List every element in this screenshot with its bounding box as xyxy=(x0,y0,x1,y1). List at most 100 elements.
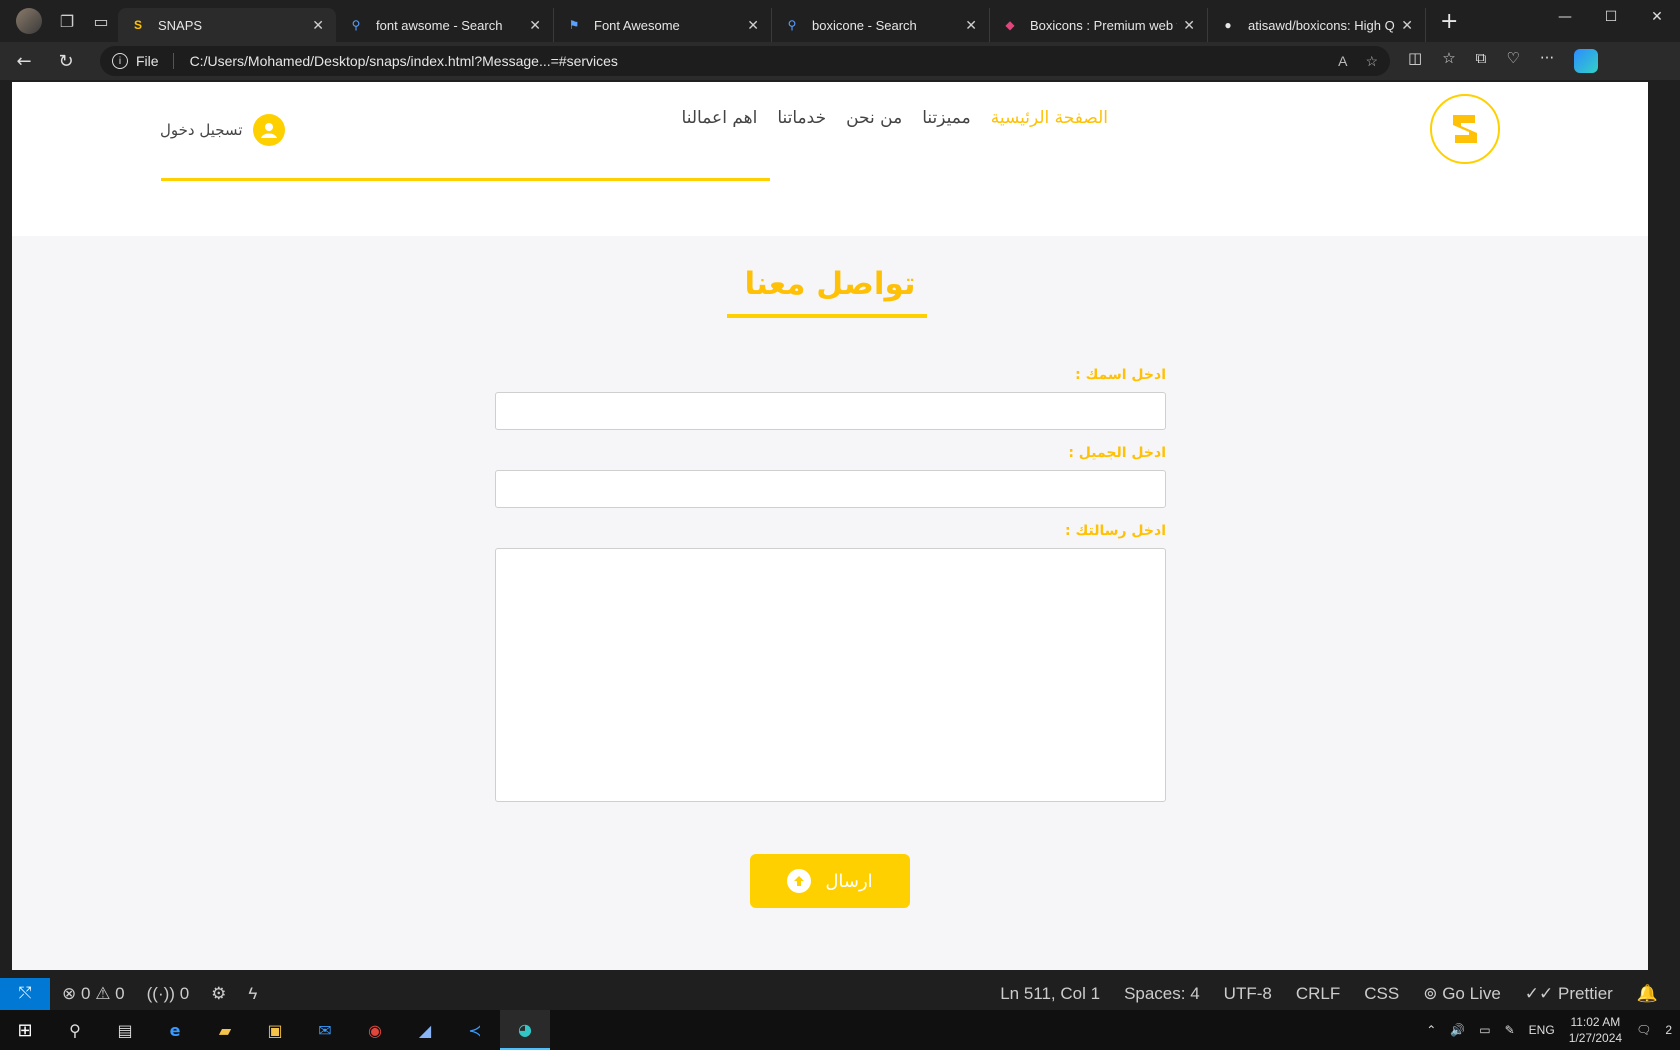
contact-title: تواصل معنا xyxy=(744,266,916,302)
windows-start-icon[interactable]: ⊞ xyxy=(0,1010,50,1050)
tab-github-boxicons[interactable]: ● atisawd/boxicons: High Qual ✕ xyxy=(1208,8,1426,42)
more-menu-icon[interactable]: ··· xyxy=(1540,49,1554,73)
address-bar[interactable]: i File C:/Users/Mohamed/Desktop/snaps/in… xyxy=(100,46,1390,76)
tab-font-awsome-search[interactable]: ⚲ font awsome - Search ✕ xyxy=(336,8,554,42)
file-explorer-icon[interactable]: ▰ xyxy=(200,1010,250,1050)
line-ending[interactable]: CRLF xyxy=(1296,984,1340,1004)
prettier-label: Prettier xyxy=(1558,984,1613,1003)
search-icon[interactable]: ⚲ xyxy=(50,1010,100,1050)
close-window-icon[interactable]: ✕ xyxy=(1634,0,1680,34)
address-url: C:/Users/Mohamed/Desktop/snaps/index.htm… xyxy=(189,53,618,69)
mail-icon[interactable]: ✉ xyxy=(300,1010,350,1050)
close-tab-icon[interactable]: ✕ xyxy=(1183,17,1195,34)
edge-legacy-icon[interactable]: e xyxy=(150,1010,200,1050)
minimize-icon[interactable]: — xyxy=(1542,0,1588,34)
notifications-icon[interactable]: 🗨 xyxy=(1636,1023,1651,1037)
chevron-up-icon[interactable]: ⌃ xyxy=(1426,1023,1436,1037)
collections-icon[interactable]: ⧉ xyxy=(1476,49,1487,73)
refresh-icon[interactable]: ↻ xyxy=(48,46,84,76)
back-icon[interactable]: ← xyxy=(6,46,42,76)
ports-indicator[interactable]: ((·)) 0 xyxy=(147,984,190,1004)
snaps-logo-icon: S xyxy=(133,18,142,32)
ports-count: 0 xyxy=(179,984,190,1003)
problems-indicator[interactable]: ⊗ 0 ⚠ 0 xyxy=(62,984,125,1004)
close-tab-icon[interactable]: ✕ xyxy=(965,17,977,34)
network-icon[interactable]: ▭ xyxy=(1479,1023,1490,1037)
debug-icon[interactable]: ⚙ xyxy=(211,984,226,1004)
go-live-button[interactable]: ⊚ Go Live xyxy=(1423,984,1501,1004)
login-label: تسجيل دخول xyxy=(160,121,243,139)
new-tab-button[interactable]: + xyxy=(1440,9,1458,34)
input-language[interactable]: ENG xyxy=(1529,1023,1555,1037)
vscode-status-bar: ⤲ ⊗ 0 ⚠ 0 ((·)) 0 ⚙ ϟ Ln 511, Col 1 Spac… xyxy=(0,978,1680,1010)
copilot-icon[interactable] xyxy=(1574,49,1599,73)
mobile-label: ادخل الجميل : xyxy=(1068,445,1166,461)
contact-section: تواصل معنا ادخل اسمك : ادخل الجميل : ادخ… xyxy=(12,236,1648,970)
user-icon xyxy=(252,114,285,146)
tab-font-awesome[interactable]: ⚑ Font Awesome ✕ xyxy=(554,8,772,42)
vscode-icon[interactable]: ≺ xyxy=(450,1010,500,1050)
github-icon: ● xyxy=(1224,18,1232,32)
close-tab-icon[interactable]: ✕ xyxy=(747,17,759,34)
nav-works[interactable]: اهم اعمالنا xyxy=(682,108,758,128)
warning-count: 0 xyxy=(115,984,125,1003)
error-icon: ⊗ xyxy=(62,984,77,1003)
close-tab-icon[interactable]: ✕ xyxy=(312,17,324,34)
send-button[interactable]: ارسال xyxy=(750,854,910,908)
remote-indicator-icon[interactable]: ⤲ xyxy=(0,978,50,1010)
clock-time: 11:02 AM xyxy=(1570,1015,1621,1029)
edge-icon[interactable]: ◕ xyxy=(500,1010,550,1050)
nav-services[interactable]: خدماتنا xyxy=(777,108,826,128)
clock[interactable]: 11:02 AM 1/27/2024 xyxy=(1569,1014,1622,1046)
tab-boxicone-search[interactable]: ⚲ boxicone - Search ✕ xyxy=(772,8,990,42)
message-textarea[interactable] xyxy=(495,548,1166,802)
pen-icon[interactable]: ✎ xyxy=(1505,1023,1515,1037)
browser-tools: ◫ ☆ ⧉ ♡ ··· xyxy=(1408,49,1599,73)
boxicons-logo-icon: ◆ xyxy=(1005,18,1015,32)
window-controls: — ☐ ✕ xyxy=(1542,0,1680,34)
nav-home[interactable]: الصفحة الرئيسية xyxy=(991,108,1108,128)
task-view-icon[interactable]: ▤ xyxy=(100,1010,150,1050)
maximize-icon[interactable]: ☐ xyxy=(1588,0,1634,34)
send-label: ارسال xyxy=(825,870,873,892)
info-icon[interactable]: i xyxy=(112,53,128,69)
browser-essentials-icon[interactable]: ♡ xyxy=(1506,49,1519,73)
site-logo[interactable] xyxy=(1430,94,1500,164)
favorite-star-icon[interactable]: ☆ xyxy=(1365,53,1378,70)
name-input[interactable] xyxy=(495,392,1166,430)
nav-features[interactable]: مميزتنا xyxy=(922,108,971,128)
login-button[interactable]: تسجيل دخول xyxy=(160,114,285,146)
prettier-button[interactable]: ✓✓ Prettier xyxy=(1525,984,1613,1004)
encoding[interactable]: UTF-8 xyxy=(1224,984,1272,1004)
indentation[interactable]: Spaces: 4 xyxy=(1124,984,1200,1004)
close-tab-icon[interactable]: ✕ xyxy=(529,17,541,34)
search-icon: ⚲ xyxy=(351,18,361,32)
mobile-input[interactable] xyxy=(495,470,1166,508)
warning-icon: ⚠ xyxy=(95,984,111,1003)
read-aloud-icon[interactable]: A xyxy=(1338,53,1347,70)
store-icon[interactable]: ▣ xyxy=(250,1010,300,1050)
chrome-icon[interactable]: ◉ xyxy=(350,1010,400,1050)
app-icon[interactable]: ◢ xyxy=(400,1010,450,1050)
go-live-label: Go Live xyxy=(1442,984,1501,1003)
snaps-logo-icon xyxy=(1453,115,1477,143)
close-tab-icon[interactable]: ✕ xyxy=(1401,17,1413,34)
tab-boxicons[interactable]: ◆ Boxicons : Premium web frien ✕ xyxy=(990,8,1208,42)
screen: ❐ ▭ S SNAPS ✕ ⚲ font awsome - Search ✕ ⚑… xyxy=(0,0,1680,1050)
main-nav: الصفحة الرئيسية مميزتنا من نحن خدماتنا ا… xyxy=(682,108,1108,128)
cursor-position[interactable]: Ln 511, Col 1 xyxy=(1000,984,1100,1004)
bell-icon[interactable]: 🔔 xyxy=(1637,984,1658,1004)
split-screen-icon[interactable]: ◫ xyxy=(1408,49,1422,73)
volume-icon[interactable]: 🔊 xyxy=(1450,1023,1465,1037)
browser-tab-strip: ❐ ▭ S SNAPS ✕ ⚲ font awsome - Search ✕ ⚑… xyxy=(0,0,1680,42)
workspaces-icon[interactable]: ❐ xyxy=(50,4,84,38)
favorites-icon[interactable]: ☆ xyxy=(1442,49,1455,73)
address-actions: A ☆ xyxy=(1338,53,1378,70)
nav-about[interactable]: من نحن xyxy=(846,108,902,128)
tab-snaps[interactable]: S SNAPS ✕ xyxy=(118,8,336,42)
tab-actions-icon[interactable]: ▭ xyxy=(84,4,118,38)
lightning-icon[interactable]: ϟ xyxy=(248,984,257,1004)
title-underline xyxy=(727,314,927,318)
language-mode[interactable]: CSS xyxy=(1364,984,1399,1004)
profile-avatar[interactable] xyxy=(16,8,42,34)
